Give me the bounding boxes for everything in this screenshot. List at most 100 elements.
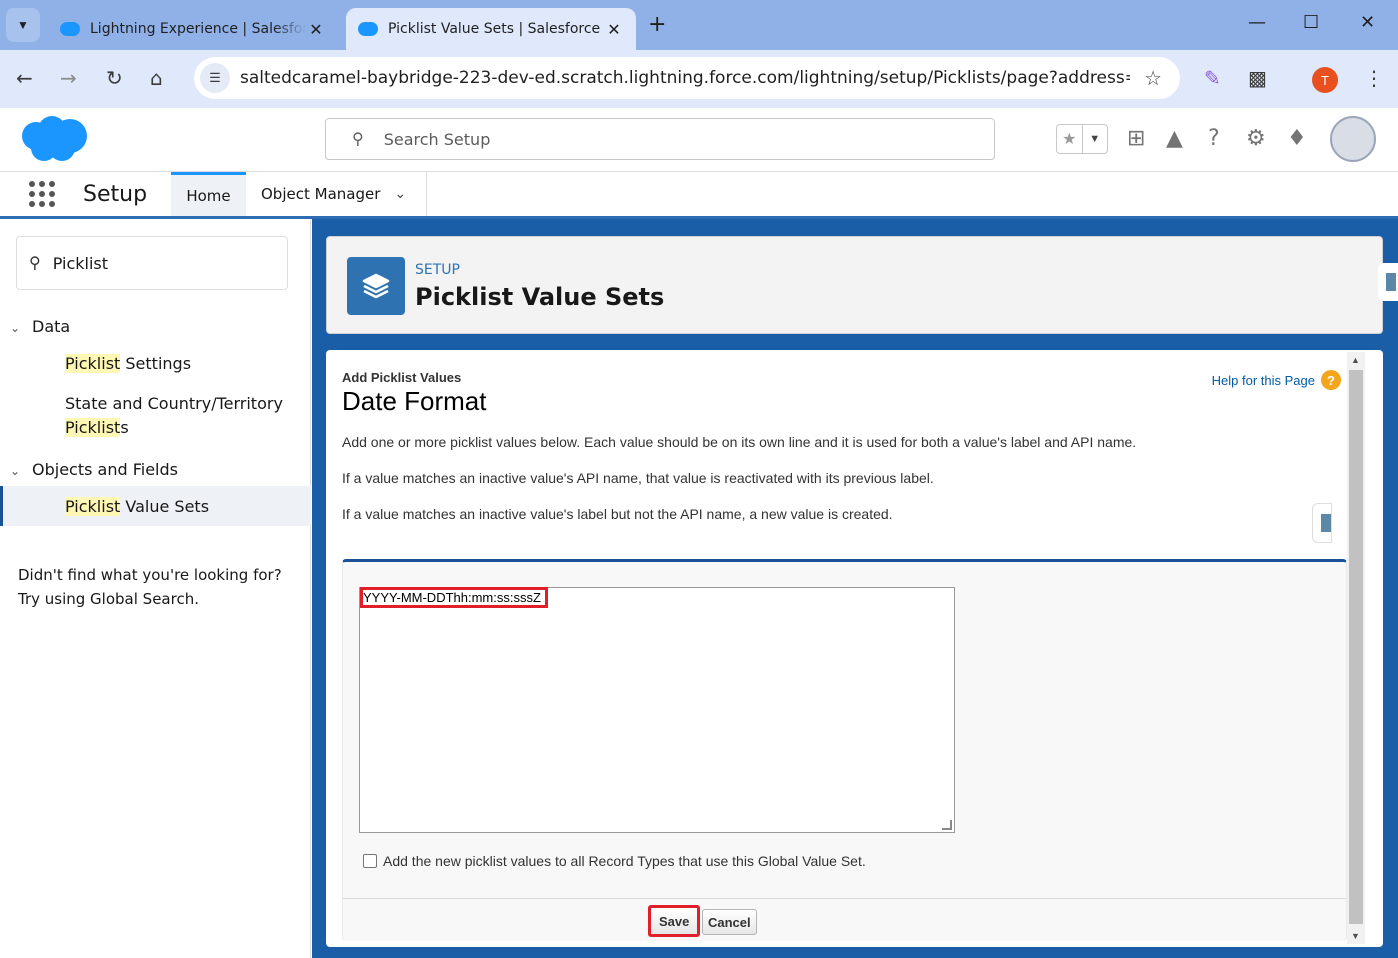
tree-group-objects-fields[interactable]: ⌄ Objects and Fields [10, 460, 178, 479]
close-icon[interactable]: ✕ [306, 20, 326, 39]
extensions-puzzle-icon[interactable]: ▩ [1248, 66, 1267, 90]
tab-home[interactable]: Home [171, 172, 246, 216]
quick-find-value[interactable]: Picklist [53, 254, 108, 273]
browser-menu-icon[interactable]: ⋮ [1364, 66, 1384, 90]
form-breadcrumb: Add Picklist Values [342, 370, 462, 385]
chevron-down-icon[interactable]: ⌄ [394, 186, 406, 202]
profile-avatar[interactable]: T [1312, 67, 1338, 93]
home-icon[interactable]: ⌂ [150, 66, 163, 90]
tab-home-label: Home [186, 186, 231, 205]
global-actions-plus-icon[interactable]: ⊞ [1127, 126, 1145, 151]
not-found-line2: Try using Global Search. [18, 590, 199, 608]
chevron-down-icon[interactable]: ⌄ [10, 321, 32, 335]
layers-icon [347, 257, 405, 315]
search-highlight: Picklist [65, 418, 121, 437]
search-icon: ⚲ [352, 131, 364, 148]
sidebar-item-label: State and Country/Territory [65, 394, 283, 413]
picklist-form-panel: Add Picklist Values Date Format Help for… [326, 350, 1383, 947]
close-icon[interactable]: ✕ [604, 20, 624, 39]
browser-tab-picklist[interactable]: Picklist Value Sets | Salesforce ✕ [346, 8, 636, 50]
url-text[interactable]: saltedcaramel-baybridge-223-dev-ed.scrat… [240, 68, 1130, 88]
help-link[interactable]: Help for this Page ? [1212, 370, 1341, 390]
search-highlight: Picklist [65, 354, 121, 373]
tree-group-label: Objects and Fields [32, 460, 178, 479]
app-launcher-icon[interactable] [28, 180, 56, 208]
salesforce-cloud-icon [358, 22, 378, 36]
page-eyebrow: SETUP [415, 262, 460, 278]
forward-icon[interactable]: → [60, 66, 77, 90]
address-bar[interactable]: ☰ saltedcaramel-baybridge-223-dev-ed.scr… [194, 57, 1180, 99]
browser-tab-lightning[interactable]: Lightning Experience | Salesforce ✕ [48, 8, 338, 50]
sidebar-item-label: Settings [120, 354, 192, 373]
picklist-values-textarea[interactable]: YYYY-MM-DDThh:mm:ss:sssZ [359, 587, 955, 833]
sidebar-item-picklist-value-sets[interactable]: Picklist Value Sets [65, 495, 209, 519]
back-icon[interactable]: ← [16, 66, 33, 90]
panel-toggle-tab[interactable] [1312, 503, 1332, 543]
setup-gear-icon[interactable]: ⚙ [1246, 126, 1266, 151]
tab-object-manager-label: Object Manager [261, 185, 381, 203]
quick-find-input[interactable]: ⚲ Picklist [16, 236, 288, 290]
maximize-icon[interactable]: ☐ [1303, 12, 1319, 33]
chevron-down-icon[interactable]: ⌄ [10, 464, 32, 478]
tree-group-data[interactable]: ⌄ Data [10, 317, 70, 336]
checkbox-label: Add the new picklist values to all Recor… [383, 853, 866, 869]
record-types-checkbox-row[interactable]: Add the new picklist values to all Recor… [363, 853, 866, 869]
record-types-checkbox[interactable] [363, 854, 377, 868]
global-header: ⚲ Search Setup ★ ▼ ⊞ ▲ ? ⚙ ♦ [0, 108, 1398, 172]
nav-divider [426, 172, 427, 216]
bookmark-star-icon[interactable]: ☆ [1144, 66, 1162, 91]
browser-tab-strip: ▼ Lightning Experience | Salesforce ✕ Pi… [0, 0, 1398, 50]
global-search-input[interactable]: ⚲ Search Setup [325, 118, 995, 160]
button-bar: Save Cancel [343, 898, 1346, 944]
sidebar-item-state-country[interactable]: State and Country/Territory Picklists [65, 392, 283, 440]
search-icon: ⚲ [29, 255, 41, 272]
new-tab-button[interactable]: + [648, 12, 666, 37]
search-placeholder: Search Setup [383, 129, 491, 149]
close-window-icon[interactable]: ✕ [1360, 12, 1375, 33]
not-found-line1: Didn't find what you're looking for? [18, 566, 282, 584]
resize-handle[interactable] [942, 820, 952, 830]
pen-extension-icon[interactable]: ✎ [1204, 66, 1221, 90]
favorites-dropdown-icon[interactable]: ▼ [1081, 125, 1108, 153]
page-header: SETUP Picklist Value Sets [326, 236, 1383, 334]
save-button[interactable]: Save [648, 905, 701, 937]
favorites-button-group[interactable]: ★ ▼ [1056, 124, 1108, 154]
help-link-text[interactable]: Help for this Page [1212, 373, 1315, 388]
salesforce-logo[interactable] [18, 114, 90, 164]
not-found-message: Didn't find what you're looking for? Try… [18, 563, 282, 611]
panel-toggle-tab[interactable] [1378, 263, 1398, 301]
setup-sidebar: ⚲ Picklist ⌄ Data Picklist Settings State… [0, 219, 311, 958]
tab-object-manager[interactable]: Object Manager ⌄ [261, 172, 406, 216]
scrollbar-thumb[interactable] [1349, 370, 1363, 924]
app-name: Setup [83, 182, 148, 207]
search-highlight: Picklist [65, 497, 121, 516]
browser-toolbar: ← → ↻ ⌂ ☰ saltedcaramel-baybridge-223-de… [0, 50, 1398, 108]
page-title: Picklist Value Sets [415, 283, 665, 311]
scroll-up-icon[interactable]: ▲ [1351, 355, 1360, 365]
chevron-down-icon: ▼ [17, 18, 29, 32]
trailhead-icon[interactable]: ▲ [1166, 126, 1183, 151]
help-question-icon[interactable]: ? [1321, 370, 1341, 390]
reload-icon[interactable]: ↻ [106, 66, 123, 90]
sidebar-item-picklist-settings[interactable]: Picklist Settings [65, 352, 191, 376]
instruction-text: If a value matches an inactive value's A… [342, 470, 934, 486]
scroll-down-icon[interactable]: ▼ [1351, 931, 1360, 941]
form-body: YYYY-MM-DDThh:mm:ss:sssZ Add the new pic… [342, 559, 1347, 941]
minimize-icon[interactable]: — [1248, 12, 1266, 33]
salesforce-cloud-icon [60, 22, 80, 36]
help-icon[interactable]: ? [1208, 126, 1220, 151]
form-title: Date Format [342, 386, 487, 416]
favorites-star-icon[interactable]: ★ [1057, 125, 1082, 153]
tree-group-label: Data [32, 317, 71, 336]
cancel-button[interactable]: Cancel [702, 909, 757, 935]
notifications-bell-icon[interactable]: ♦ [1287, 126, 1307, 151]
tab-title: Lightning Experience | Salesforce [90, 21, 306, 37]
textarea-value[interactable]: YYYY-MM-DDThh:mm:ss:sssZ [360, 587, 548, 608]
scrollbar[interactable]: ▲ ▼ [1347, 352, 1365, 944]
site-info-icon[interactable]: ☰ [200, 63, 230, 93]
main-content-area: SETUP Picklist Value Sets Add Picklist V… [312, 219, 1398, 958]
context-navigation: Setup Home Object Manager ⌄ [0, 172, 1398, 219]
instruction-text: If a value matches an inactive value's l… [342, 506, 893, 522]
tab-search-button[interactable]: ▼ [6, 8, 40, 42]
user-avatar[interactable] [1330, 116, 1376, 162]
